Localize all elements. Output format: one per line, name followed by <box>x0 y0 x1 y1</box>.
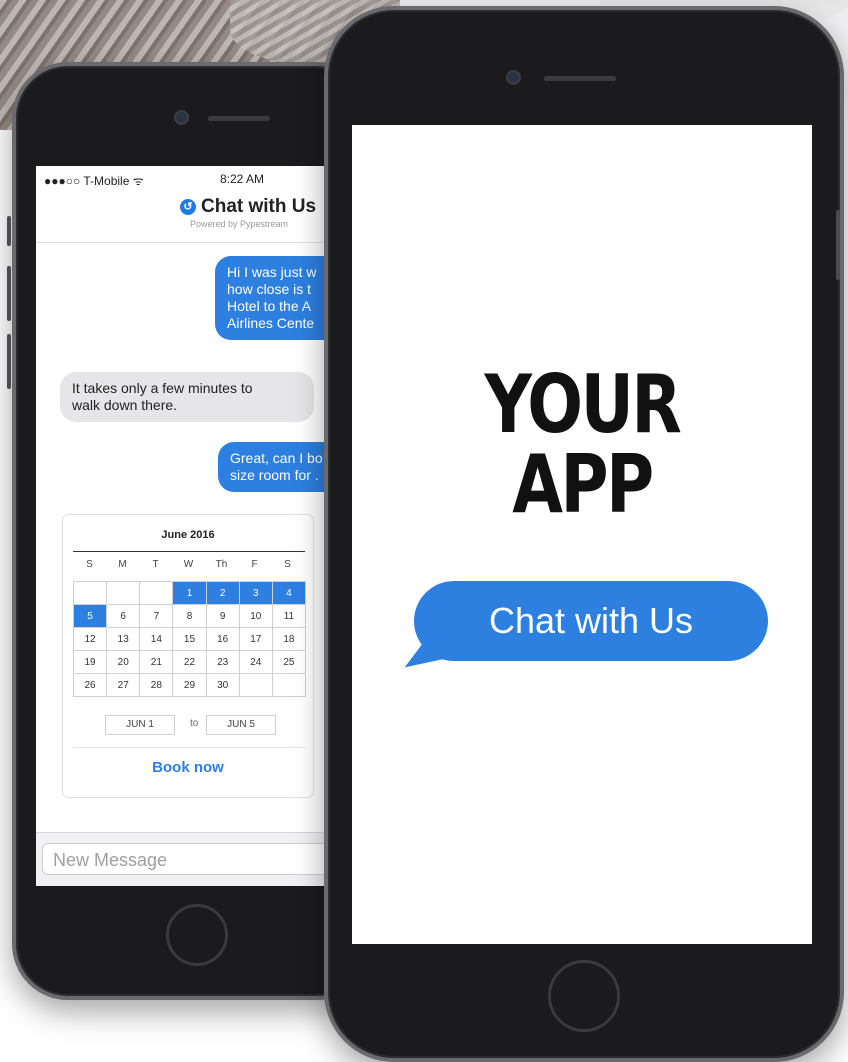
front-phone: YOUR APP Chat with Us <box>324 6 844 1062</box>
front-camera <box>174 110 189 125</box>
calendar-week-row: 1234 <box>72 581 307 605</box>
power-button <box>836 210 840 280</box>
status-time: 8:22 AM <box>220 172 265 186</box>
date-range-to-label: to <box>190 718 199 729</box>
compose-bar: New Message <box>36 832 354 886</box>
book-now-button[interactable]: Book now <box>63 759 313 776</box>
earpiece-speaker <box>208 116 270 121</box>
chat-logo-icon: ↺ <box>180 199 196 215</box>
calendar-day-cell[interactable]: 3 <box>238 581 273 605</box>
calendar-day-cell[interactable]: 15 <box>172 627 207 651</box>
headline-line: APP <box>512 438 654 531</box>
calendar-day-cell[interactable]: 16 <box>205 627 240 651</box>
calendar-day-cell[interactable]: 17 <box>238 627 273 651</box>
calendar-month-title: June 2016 <box>161 529 215 541</box>
calendar-day-cell[interactable]: 30 <box>205 673 240 697</box>
calendar-week-row: 26 27 28 29 30 <box>72 673 307 697</box>
calendar-day-cell[interactable]: 27 <box>106 673 141 697</box>
calendar-day-cell[interactable]: 23 <box>205 650 240 674</box>
mute-switch <box>7 216 11 246</box>
calendar-day-cell[interactable]: 20 <box>106 650 141 674</box>
calendar-day-cell[interactable]: 10 <box>238 604 273 628</box>
header-divider <box>36 242 354 243</box>
volume-down-button <box>7 334 11 389</box>
calendar-empty-cell <box>271 673 307 697</box>
calendar-footer-rule <box>73 747 305 748</box>
calendar-day-cell[interactable]: 18 <box>271 627 307 651</box>
weekday-label: M <box>118 559 127 570</box>
calendar-week-row: 12 13 14 15 16 17 18 <box>72 627 307 651</box>
calendar-empty-cell <box>238 673 273 697</box>
message-incoming: It takes only a few minutes to walk down… <box>60 372 314 422</box>
calendar-week-row: 5 6 7 8 9 10 11 <box>72 604 307 628</box>
carrier-signal: ●●●○○ T-Mobile ᯤ <box>44 174 144 188</box>
calendar-day-cell[interactable]: 5 <box>72 604 108 628</box>
calendar-day-cell[interactable]: 6 <box>106 604 141 628</box>
calendar-day-cell[interactable]: 12 <box>72 627 108 651</box>
calendar-day-cell[interactable]: 11 <box>271 604 307 628</box>
chat-title: Chat with Us <box>201 196 317 217</box>
headline-line: YOUR <box>484 358 682 451</box>
weekday-label: F <box>251 559 258 570</box>
calendar-day-cell[interactable]: 7 <box>139 604 174 628</box>
chat-screen: ●●●○○ T-Mobile ᯤ 8:22 AM ↺ Chat with Us P… <box>36 166 354 886</box>
calendar-empty-cell <box>106 581 141 605</box>
calendar-grid: 1 2 3 4 5 6 7 8 9 10 11 12 13 14 15 16 17 18 19 20 21 22 23 24 2… <box>72 581 307 697</box>
end-date-field[interactable]: JUN 5 <box>206 715 276 735</box>
home-button[interactable] <box>166 904 228 966</box>
your-app-headline: YOUR APP <box>393 365 770 525</box>
back-phone: ●●●○○ T-Mobile ᯤ 8:22 AM ↺ Chat with Us P… <box>7 62 372 1000</box>
calendar-day-cell[interactable]: 21 <box>139 650 174 674</box>
weekday-label: Th <box>215 559 228 570</box>
calendar-day-cell[interactable]: 2 <box>205 581 240 605</box>
weekday-label: S <box>86 559 93 570</box>
message-line: walk down there. <box>72 397 178 413</box>
calendar-header-rule <box>73 551 305 552</box>
calendar-day-cell[interactable]: 8 <box>172 604 207 628</box>
volume-up-button <box>7 266 11 321</box>
app-screen: YOUR APP Chat with Us <box>352 125 812 944</box>
calendar-day-cell[interactable]: 26 <box>72 673 108 697</box>
calendar-day-cell[interactable]: 14 <box>139 627 174 651</box>
calendar-week-row: 19 20 21 22 23 24 25 <box>72 650 307 674</box>
calendar-empty-cell <box>72 581 108 605</box>
front-camera <box>506 70 521 85</box>
calendar-day-cell[interactable]: 19 <box>72 650 108 674</box>
weekday-label: W <box>183 559 194 570</box>
calendar-day-cell[interactable]: 25 <box>271 650 307 674</box>
start-date-field[interactable]: JUN 1 <box>105 715 175 735</box>
calendar-day-cell[interactable]: 24 <box>238 650 273 674</box>
message-line: It takes only a few minutes to <box>72 380 253 396</box>
earpiece-speaker <box>544 76 616 81</box>
calendar-day-cell[interactable]: 1 <box>172 581 207 605</box>
weekday-label: S <box>284 559 291 570</box>
calendar-day-cell[interactable]: 4 <box>271 581 307 605</box>
new-message-input[interactable]: New Message <box>42 843 342 875</box>
chat-with-us-button[interactable]: Chat with Us <box>414 581 768 661</box>
calendar-day-cell[interactable]: 9 <box>205 604 240 628</box>
home-button[interactable] <box>548 960 620 1032</box>
calendar-day-cell[interactable]: 13 <box>106 627 141 651</box>
chat-header-title: ↺ Chat with Us <box>180 196 316 218</box>
weekday-label: T <box>152 559 159 570</box>
powered-by-label: Powered by Pypestream <box>190 219 289 229</box>
status-bar: ●●●○○ T-Mobile ᯤ 8:22 AM <box>36 172 354 188</box>
booking-calendar-card: June 2016 S M T W Th F S 1 2 3 4 5 6 7 8 9 10 11 12… <box>62 514 314 798</box>
calendar-day-cell[interactable]: 28 <box>139 673 174 697</box>
calendar-empty-cell <box>139 581 174 605</box>
calendar-day-cell[interactable]: 29 <box>172 673 207 697</box>
calendar-day-cell[interactable]: 22 <box>172 650 207 674</box>
